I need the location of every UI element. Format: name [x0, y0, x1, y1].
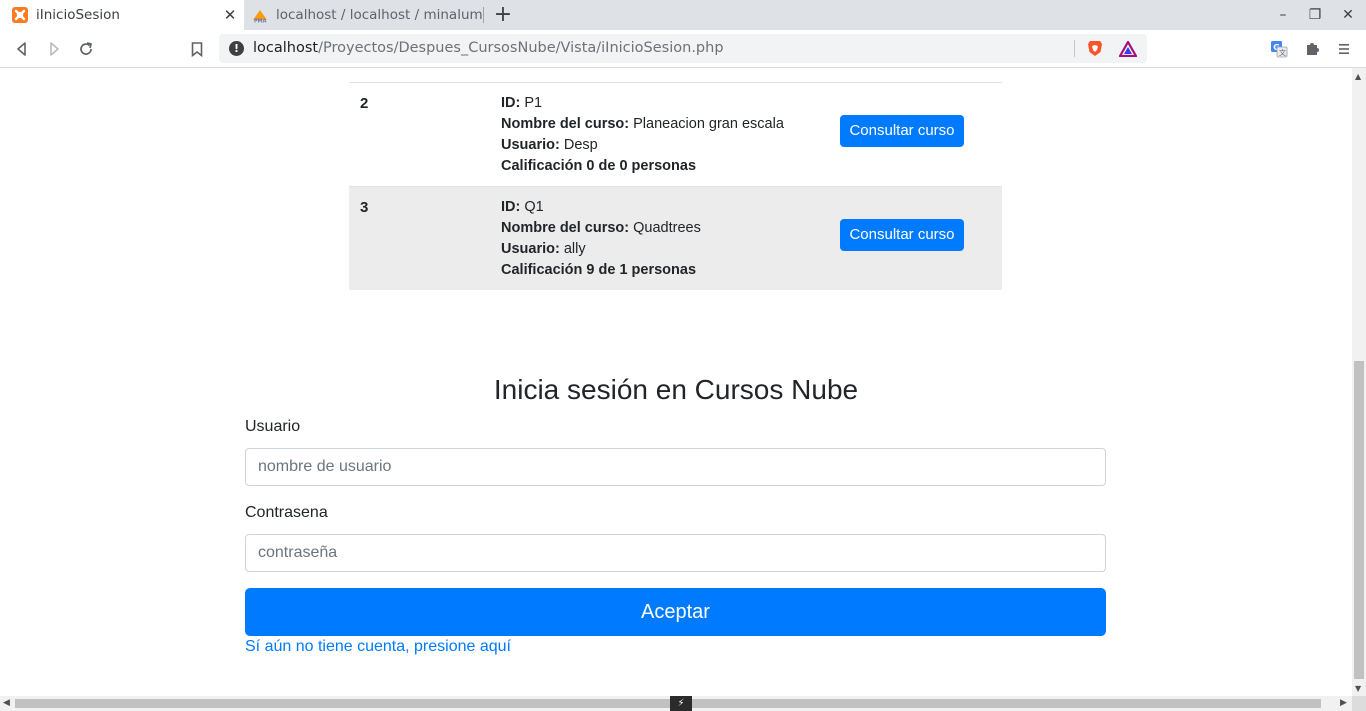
url-text[interactable]: localhost/Proyectos/Despues_CursosNube/V… [253, 34, 724, 63]
new-tab-button[interactable]: + [493, 4, 513, 26]
course-info: ID: P1 Nombre del curso: Planeacion gran… [501, 95, 784, 174]
scroll-right-arrow[interactable]: ▶ [1340, 698, 1347, 708]
minimize-icon[interactable]: – [1273, 5, 1293, 25]
translate-icon[interactable]: G文 [1269, 39, 1289, 59]
tab-title: iInicioSesion [36, 7, 120, 23]
login-title: Inicia sesión en Cursos Nube [493, 374, 859, 405]
scrollbar-corner [1352, 696, 1366, 711]
course-user: Desp [563, 137, 598, 153]
row-number: 3 [360, 199, 369, 216]
course-name: Planeacion gran escala [633, 116, 784, 132]
browser-toolbar: ! localhost/Proyectos/Despues_CursosNube… [0, 30, 1366, 68]
username-label: Usuario [245, 418, 301, 435]
course-rating: Calificación 9 de 1 personas [501, 262, 697, 278]
consult-course-button[interactable]: Consultar curso [840, 219, 964, 251]
scroll-left-arrow[interactable]: ◀ [3, 698, 10, 708]
username-input[interactable] [245, 448, 1106, 486]
brave-rewards-icon[interactable] [1119, 41, 1137, 57]
vertical-scrollbar[interactable]: ▲ ▼ [1352, 68, 1366, 696]
phpmyadmin-icon: PMA [253, 10, 267, 24]
scroll-thumb[interactable] [1354, 361, 1364, 679]
course-rating: Calificación 0 de 0 personas [501, 158, 697, 174]
tab-strip: iInicioSesion ✕ PMA localhost / localhos… [0, 0, 1366, 30]
password-label: Contrasena [245, 504, 328, 521]
lightning-icon: ⚡ [670, 696, 692, 711]
horizontal-scrollbar[interactable]: ◀ ⚡ ▶ [0, 696, 1352, 711]
table-row: 3 ID: Q1 Nombre del curso: Quadtrees Usu… [349, 186, 1002, 290]
scroll-up-arrow[interactable]: ▲ [1355, 72, 1361, 81]
address-bar[interactable]: ! localhost/Proyectos/Despues_CursosNube… [219, 34, 1147, 63]
row-number: 2 [360, 95, 369, 112]
tab-divider [483, 7, 484, 23]
course-id: P1 [524, 95, 543, 111]
back-icon[interactable] [12, 39, 32, 59]
extensions-icon[interactable] [1302, 39, 1322, 59]
tab-phpmyadmin[interactable]: PMA localhost / localhost / minalum [246, 0, 482, 30]
close-tab-icon[interactable]: ✕ [222, 6, 238, 24]
course-info: ID: Q1 Nombre del curso: Quadtrees Usuar… [501, 199, 701, 278]
page-viewport: 2 ID: P1 Nombre del curso: Planeacion gr… [0, 68, 1352, 696]
svg-text:PMA: PMA [254, 19, 267, 24]
restore-icon[interactable]: ❐ [1305, 5, 1325, 25]
omnibox-divider [1074, 40, 1075, 57]
menu-icon[interactable] [1334, 39, 1354, 59]
scroll-down-arrow[interactable]: ▼ [1355, 684, 1361, 693]
tab-title: localhost / localhost / minalum [276, 7, 482, 23]
signup-link[interactable]: Sí aún no tiene cuenta, presione aquí [245, 638, 511, 656]
forward-icon[interactable] [44, 39, 64, 59]
table-row: 2 ID: P1 Nombre del curso: Planeacion gr… [349, 82, 1002, 186]
reload-icon[interactable] [76, 39, 96, 59]
info-icon[interactable]: ! [229, 41, 244, 56]
course-name: Quadtrees [633, 220, 701, 236]
accept-button[interactable]: Aceptar [245, 588, 1106, 636]
xampp-icon [12, 7, 28, 23]
brave-shields-icon[interactable] [1087, 40, 1103, 57]
scroll-thumb[interactable] [15, 699, 1321, 708]
course-user: ally [563, 241, 586, 257]
close-window-icon[interactable]: ✕ [1338, 5, 1358, 25]
consult-course-button[interactable]: Consultar curso [840, 115, 964, 147]
bookmark-icon[interactable] [187, 39, 207, 59]
svg-text:文: 文 [1279, 48, 1286, 57]
password-input[interactable] [245, 534, 1106, 572]
course-id: Q1 [524, 199, 544, 215]
tab-inicio-sesion[interactable]: iInicioSesion ✕ [0, 0, 244, 30]
